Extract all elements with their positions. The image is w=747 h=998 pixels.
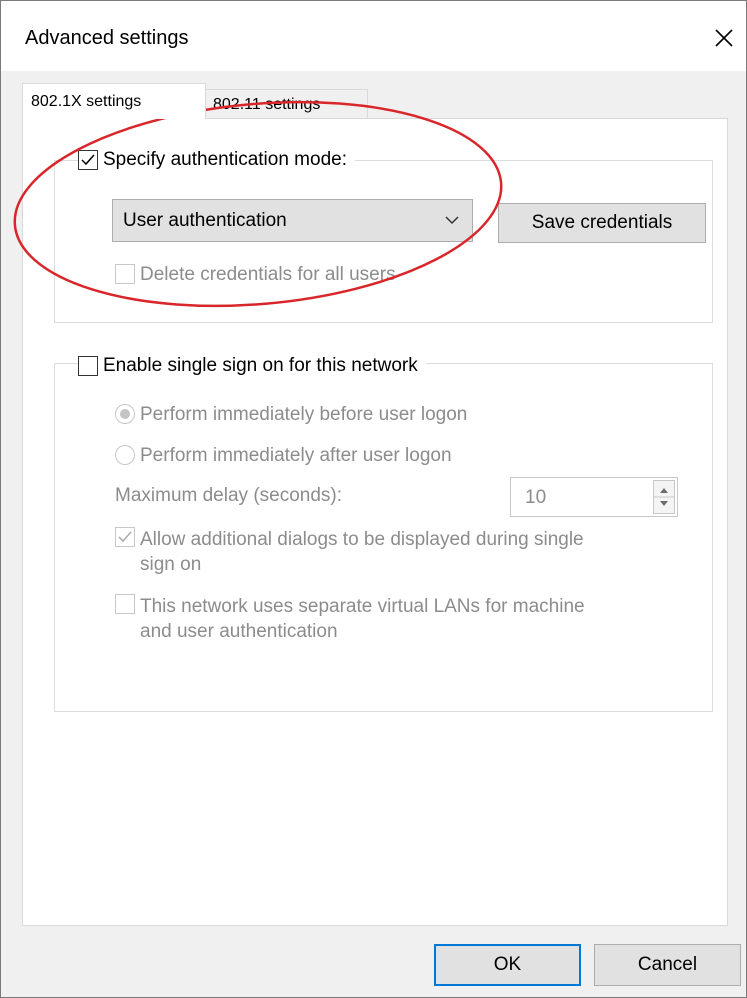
delete-credentials-label: Delete credentials for all users — [140, 264, 396, 285]
max-delay-label: Maximum delay (seconds): — [115, 485, 343, 506]
auth-mode-value: User authentication — [123, 209, 287, 231]
save-credentials-button[interactable]: Save credentials — [498, 203, 706, 243]
close-button[interactable] — [701, 15, 747, 61]
title-bar: Advanced settings — [1, 1, 746, 71]
delete-credentials-checkbox[interactable]: Delete credentials for all users — [115, 264, 396, 286]
checkbox-unchecked-icon — [115, 594, 135, 614]
tab-8021x-settings[interactable]: 802.1X settings — [22, 83, 206, 119]
auth-mode-dropdown[interactable]: User authentication — [112, 199, 473, 242]
radio-selected-icon — [115, 404, 135, 424]
max-delay-spinner[interactable]: 10 — [510, 477, 678, 517]
allow-dialogs-label: Allow additional dialogs to be displayed… — [140, 529, 584, 575]
tab-page: Specify authentication mode: User authen… — [22, 118, 728, 926]
allow-dialogs-checkbox[interactable]: Allow additional dialogs to be displayed… — [115, 527, 584, 577]
radio-before-logon[interactable]: Perform immediately before user logon — [115, 404, 467, 426]
max-delay-value: 10 — [525, 487, 547, 508]
radio-after-logon[interactable]: Perform immediately after user logon — [115, 445, 452, 467]
radio-after-logon-label: Perform immediately after user logon — [140, 445, 452, 466]
enable-sso-label: Enable single sign on for this network — [103, 355, 418, 376]
cancel-button[interactable]: Cancel — [594, 944, 741, 986]
radio-before-logon-label: Perform immediately before user logon — [140, 404, 468, 425]
specify-auth-mode-checkbox[interactable]: Specify authentication mode: — [78, 146, 355, 174]
close-icon — [715, 29, 733, 47]
arrow-down-icon — [660, 501, 668, 506]
chevron-down-icon — [444, 212, 460, 234]
checkbox-checked-icon — [115, 527, 135, 547]
spinner-buttons[interactable] — [653, 480, 675, 514]
separate-vlans-label: This network uses separate virtual LANs … — [140, 596, 585, 642]
specify-auth-mode-label: Specify authentication mode: — [103, 149, 347, 170]
advanced-settings-dialog: Advanced settings 802.1X settings 802.11… — [0, 0, 747, 998]
window-title: Advanced settings — [25, 27, 189, 49]
tab-80211-settings[interactable]: 802.11 settings — [204, 89, 368, 119]
radio-unselected-icon — [115, 445, 135, 465]
checkbox-unchecked-icon — [115, 264, 135, 284]
ok-button[interactable]: OK — [434, 944, 581, 986]
enable-sso-checkbox[interactable]: Enable single sign on for this network — [78, 352, 426, 380]
arrow-up-icon — [660, 488, 668, 493]
separate-vlans-checkbox[interactable]: This network uses separate virtual LANs … — [115, 594, 585, 644]
checkbox-unchecked-icon — [78, 356, 98, 376]
checkbox-checked-icon — [78, 150, 98, 170]
